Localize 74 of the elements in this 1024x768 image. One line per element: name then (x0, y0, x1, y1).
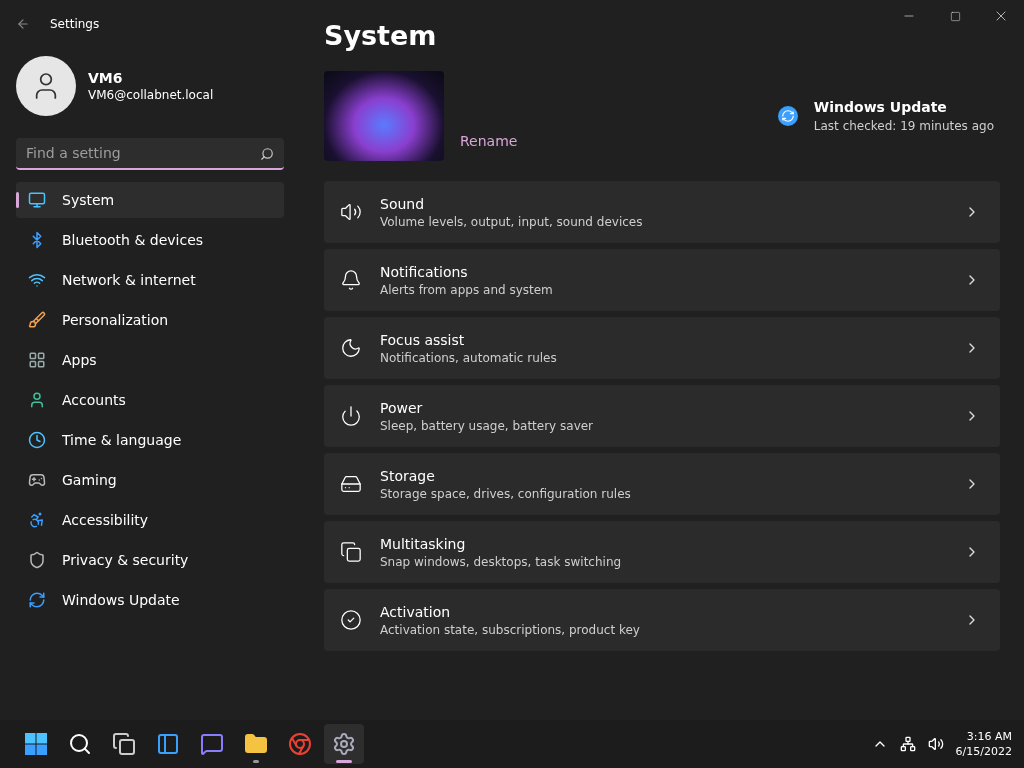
window-title: Settings (50, 17, 100, 31)
card-title: Sound (380, 195, 426, 212)
nav-item[interactable]: Windows Update (16, 582, 284, 618)
profile-name: VM6 (88, 70, 124, 86)
card-title: Multitasking (380, 535, 467, 552)
nav-item[interactable]: Gaming (16, 462, 284, 498)
power-icon (340, 405, 362, 427)
back-button[interactable] (16, 17, 30, 31)
card-title: Storage (380, 467, 436, 484)
nav-item[interactable]: Network & internet (16, 262, 284, 298)
start-icon (24, 732, 48, 756)
brush-icon (28, 311, 46, 329)
taskbar-app[interactable] (324, 724, 364, 764)
card-subtitle: Notifications, automatic rules (380, 350, 558, 365)
nav-item[interactable]: Time & language (16, 422, 284, 458)
update-status: Last checked: 19 minutes ago (813, 119, 994, 133)
taskbar-clock[interactable]: 3:16 AM 6/15/2022 (955, 729, 1012, 759)
chat-icon (200, 732, 224, 756)
browser-icon (288, 732, 312, 756)
card-subtitle: Snap windows, desktops, task switching (380, 554, 623, 569)
card-subtitle: Volume levels, output, input, sound devices (380, 214, 644, 229)
check-circle-icon (340, 609, 362, 631)
settings-card[interactable]: Sound Volume levels, output, input, sound devices (324, 181, 1000, 243)
widgets-icon (156, 732, 180, 756)
search-icon (68, 732, 92, 756)
wifi-icon (28, 271, 46, 289)
drive-icon (340, 473, 362, 495)
windows-icon (340, 541, 362, 563)
network-icon[interactable] (899, 736, 916, 752)
nav-item[interactable]: Accounts (16, 382, 284, 418)
card-title: Notifications (380, 263, 469, 280)
profile-email: VM6@collabnet.local (88, 88, 214, 102)
nav-item[interactable]: Accessibility (16, 502, 284, 538)
search-field[interactable]: Find a setting (16, 138, 284, 170)
card-subtitle: Storage space, drives, configuration rules (380, 486, 632, 501)
refresh-icon (28, 591, 46, 609)
card-title: Focus assist (380, 331, 466, 348)
card-subtitle: Alerts from apps and system (380, 282, 554, 297)
settings-card[interactable]: Focus assist Notifications, automatic rules (324, 317, 1000, 379)
settings-card[interactable]: Power Sleep, battery usage, battery saver (324, 385, 1000, 447)
task-view-icon (112, 732, 136, 756)
refresh-icon (777, 106, 798, 126)
card-subtitle: Activation state, subscriptions, product key (380, 622, 641, 637)
card-subtitle: Sleep, battery usage, battery saver (380, 418, 595, 433)
rename-link[interactable]: Rename (460, 133, 518, 149)
settings-card[interactable]: Notifications Alerts from apps and system (324, 249, 1000, 311)
speaker-icon (340, 201, 362, 223)
card-title: Activation (380, 603, 452, 620)
gamepad-icon (28, 471, 46, 489)
nav-item[interactable]: Personalization (16, 302, 284, 338)
bell-icon (340, 269, 362, 291)
card-title: Power (380, 399, 424, 416)
monitor-icon (28, 191, 46, 209)
clock-icon (28, 431, 46, 449)
person-icon (28, 391, 46, 409)
selection-indicator (16, 192, 19, 208)
folder-icon (244, 732, 268, 756)
nav-item[interactable]: Apps (16, 342, 284, 378)
restore-icon (949, 10, 961, 22)
moon-icon (340, 337, 362, 359)
speaker-icon[interactable] (927, 736, 944, 752)
nav-item[interactable]: System (16, 182, 284, 218)
settings-card[interactable]: Multitasking Snap windows, desktops, task switching (324, 521, 1000, 583)
settings-card[interactable]: Storage Storage space, drives, configuration rules (324, 453, 1000, 515)
nav-item[interactable]: Bluetooth & devices (16, 222, 284, 258)
search-icon (260, 147, 274, 161)
apps-icon (28, 351, 46, 369)
accessibility-icon (28, 511, 46, 529)
nav-item[interactable]: Privacy & security (16, 542, 284, 578)
update-title[interactable]: Windows Update (813, 99, 994, 115)
settings-card[interactable]: Activation Activation state, subscriptions, product key (324, 589, 1000, 651)
shield-icon (28, 551, 46, 569)
gear-icon (332, 732, 356, 756)
page-title: System (324, 20, 438, 51)
